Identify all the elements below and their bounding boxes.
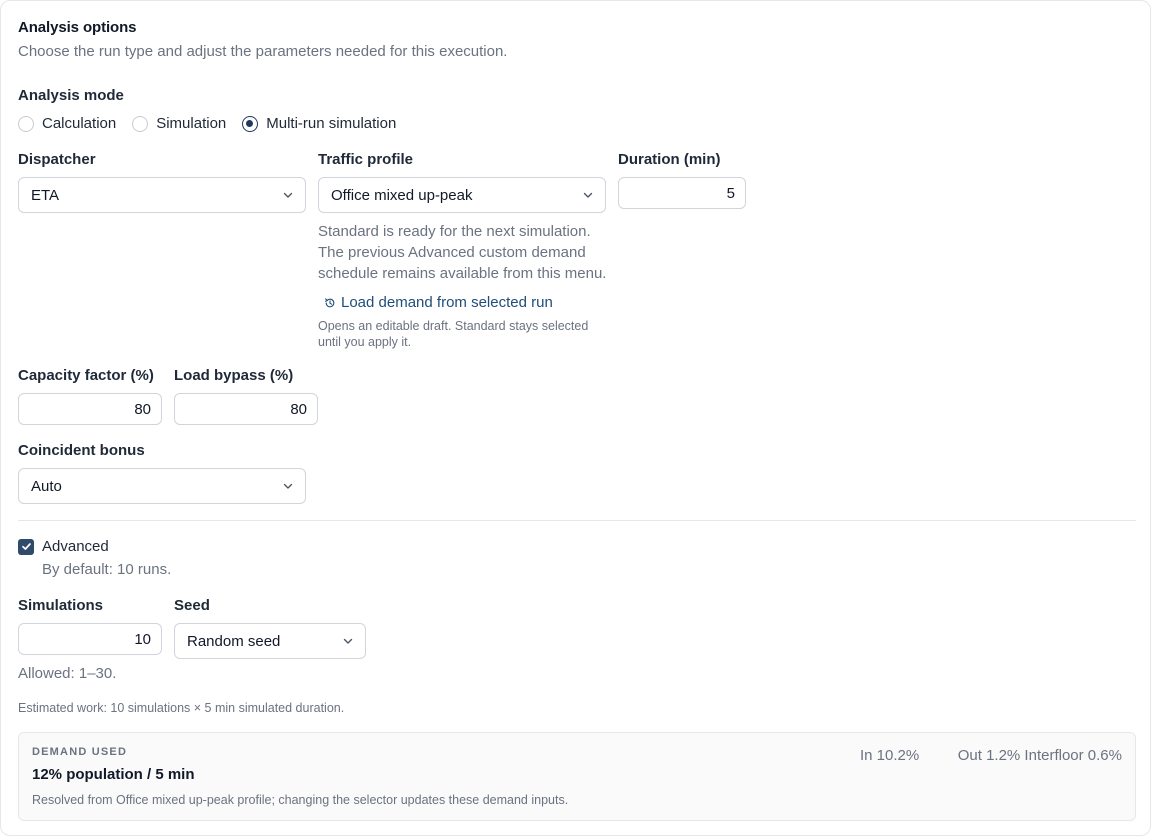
radio-calculation[interactable]: Calculation	[18, 115, 116, 132]
duration-label: Duration (min)	[618, 151, 721, 168]
traffic-help-line: schedule remains available from this men…	[318, 265, 607, 282]
load-demand-note-line: until you apply it.	[318, 335, 412, 349]
radio-calculation-indicator	[18, 115, 34, 132]
analysis-mode-label: Analysis mode	[18, 87, 124, 104]
duration-input[interactable]: 5	[618, 177, 746, 209]
analysis-mode-group: Calculation Simulation Multi-run simulat…	[18, 115, 412, 132]
load-bypass-label: Load bypass (%)	[174, 367, 294, 384]
coincident-bonus-select[interactable]: Auto	[18, 468, 306, 504]
chevron-down-icon	[583, 192, 593, 198]
page-subtitle: Choose the run type and adjust the param…	[18, 43, 508, 60]
chevron-down-icon	[343, 638, 353, 644]
advanced-label: Advanced	[42, 538, 109, 555]
seed-label: Seed	[174, 597, 210, 614]
seed-value: Random seed	[187, 632, 281, 650]
traffic-profile-value: Office mixed up-peak	[331, 186, 473, 204]
radio-multi-run-label: Multi-run simulation	[266, 115, 397, 132]
traffic-help-line: The previous Advanced custom demand	[318, 244, 586, 261]
radio-multi-run-indicator	[242, 115, 259, 132]
demand-out-interfloor-share: Out 1.2% Interfloor 0.6%	[957, 747, 1122, 764]
analysis-options-card: Analysis options Choose the run type and…	[0, 0, 1151, 836]
traffic-profile-help: Standard is ready for the next simulatio…	[318, 221, 618, 284]
simulations-label: Simulations	[18, 597, 104, 614]
checkbox-checked-icon	[18, 538, 34, 555]
estimated-work-note: Estimated work: 10 simulations × 5 min s…	[18, 701, 345, 715]
demand-used-panel: DEMAND USED 12% population / 5 min In 10…	[18, 732, 1136, 821]
radio-simulation-label: Simulation	[156, 115, 227, 132]
chevron-down-icon	[283, 192, 293, 198]
simulations-input[interactable]: 10	[18, 623, 162, 655]
dispatcher-label: Dispatcher	[18, 151, 96, 168]
section-divider	[18, 520, 1136, 521]
coincident-bonus-label: Coincident bonus	[18, 442, 145, 459]
advanced-checkbox[interactable]: Advanced	[18, 538, 109, 555]
dispatcher-select[interactable]: ETA	[18, 177, 306, 213]
traffic-help-line: Standard is ready for the next simulatio…	[318, 223, 591, 240]
load-demand-label: Load demand from selected run	[341, 294, 553, 311]
history-icon	[325, 297, 335, 307]
simulations-allowed-note: Allowed: 1–30.	[18, 665, 117, 682]
page-title: Analysis options	[18, 19, 137, 36]
seed-select[interactable]: Random seed	[174, 623, 366, 659]
demand-used-note: Resolved from Office mixed up-peak profi…	[32, 793, 569, 807]
traffic-profile-select[interactable]: Office mixed up-peak	[318, 177, 606, 213]
traffic-profile-label: Traffic profile	[318, 151, 414, 168]
load-demand-note: Opens an editable draft. Standard stays …	[318, 318, 618, 350]
radio-simulation-indicator	[132, 115, 149, 132]
radio-calculation-label: Calculation	[42, 115, 117, 132]
demand-in-share: In 10.2%	[860, 747, 920, 764]
capacity-factor-label: Capacity factor (%)	[18, 367, 154, 384]
load-demand-note-line: Opens an editable draft. Standard stays …	[318, 319, 589, 333]
radio-simulation[interactable]: Simulation	[132, 115, 226, 132]
check-icon	[21, 543, 31, 550]
radio-multi-run-simulation[interactable]: Multi-run simulation	[242, 115, 396, 132]
dispatcher-value: ETA	[31, 186, 60, 204]
advanced-default-note: By default: 10 runs.	[42, 561, 172, 578]
capacity-factor-input[interactable]: 80	[18, 393, 162, 425]
demand-used-value: 12% population / 5 min	[32, 766, 195, 783]
load-demand-link[interactable]: Load demand from selected run	[324, 294, 553, 311]
demand-used-heading: DEMAND USED	[32, 746, 128, 758]
coincident-bonus-value: Auto	[31, 477, 62, 495]
load-bypass-input[interactable]: 80	[174, 393, 318, 425]
chevron-down-icon	[283, 483, 293, 489]
